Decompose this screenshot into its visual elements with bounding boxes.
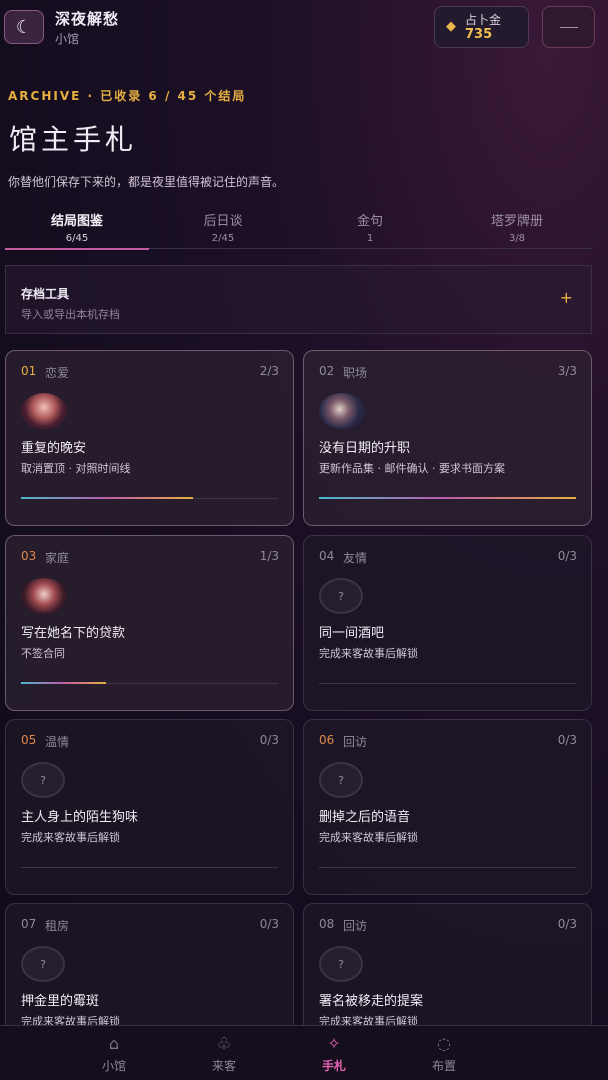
card-title: 同一间酒吧 [319,626,385,641]
tab-epilogues[interactable]: 后日谈 2/45 [151,205,295,249]
card-subtitle: 完成来客故事后解锁 [21,831,120,844]
bottom-nav: ⌂ 小馆 ♧ 来客 ✧ 手札 ◌ 布置 [0,1025,608,1080]
app-title: 深夜解愁 [55,10,120,28]
card-title: 主人身上的陌生狗味 [21,810,139,825]
locked-icon: ? [319,762,363,798]
ending-card[interactable]: 03 家庭 1/3 写在她名下的贷款 不签合同 [5,535,294,711]
archive-tabs: 结局图鉴 6/45 后日谈 2/45 金句 1 塔罗牌册 3/8 [5,205,592,250]
tab-label: 金句 [356,214,383,229]
tab-count: 6/45 [65,233,89,244]
plus-icon[interactable]: + [560,288,573,307]
tab-count: 2/45 [211,233,235,244]
card-subtitle: 取消置顶 · 对照时间线 [21,462,131,475]
app-subtitle: 小馆 [55,32,80,46]
tab-endings[interactable]: 结局图鉴 6/45 [5,205,149,250]
card-number: 03 [21,549,37,563]
tab-count: 1 [366,233,374,244]
card-subtitle: 完成来客故事后解锁 [319,647,418,660]
menu-icon [559,26,578,28]
ending-card[interactable]: 02 职场 3/3 没有日期的升职 更新作品集 · 邮件确认 · 要求书面方案 [303,350,592,526]
page-title: 馆主手札 [9,123,138,156]
card-number: 01 [21,364,37,378]
card-number: 04 [319,549,335,563]
card-count: 0/3 [557,917,577,931]
nav-label: 布置 [431,1059,456,1073]
ending-card[interactable]: 04 友情 0/3 ? 同一间酒吧 完成来客故事后解锁 [303,535,592,711]
card-subtitle: 完成来客故事后解锁 [319,831,418,844]
ending-card[interactable]: 05 温情 0/3 ? 主人身上的陌生狗味 完成来客故事后解锁 [5,719,294,895]
moon-icon: ☾ [15,16,33,38]
card-category: 恋爱 [45,366,70,380]
tab-label: 结局图鉴 [50,214,103,229]
card-number: 07 [21,917,37,931]
tab-count: 3/8 [508,233,526,244]
diamond-icon: ◆ [446,19,456,34]
card-category: 回访 [343,735,368,749]
tab-label: 塔罗牌册 [490,214,543,229]
card-subtitle: 更新作品集 · 邮件确认 · 要求书面方案 [319,462,505,475]
coin-label: 占卜金 [465,13,502,27]
card-number: 06 [319,733,335,747]
tab-tarot[interactable]: 塔罗牌册 3/8 [445,205,589,249]
progress-track [319,867,576,868]
card-count: 3/3 [557,364,577,378]
tools-title: 存档工具 [21,287,70,301]
card-count: 1/3 [259,549,279,563]
menu-button[interactable] [542,6,595,48]
tab-quotes[interactable]: 金句 1 [298,205,442,249]
progress-fill [319,497,576,499]
locked-icon: ? [21,762,65,798]
card-category: 租房 [45,919,70,933]
tab-label: 后日谈 [203,214,243,229]
archive-kicker: ARCHIVE · 已收录 6 / 45 个结局 [8,89,247,103]
progress-track [21,867,278,868]
locked-icon: ? [319,578,363,614]
card-count: 0/3 [259,733,279,747]
nav-item-settings[interactable]: ◌ 布置 [368,1026,520,1080]
card-title: 重复的晚安 [21,441,87,456]
card-category: 家庭 [45,551,70,565]
locked-icon: ? [319,946,363,982]
avatar [319,393,365,429]
card-category: 友情 [343,551,368,565]
card-title: 署名被移走的提案 [319,994,424,1009]
locked-icon: ? [21,946,65,982]
card-number: 08 [319,917,335,931]
card-title: 没有日期的升职 [319,441,411,456]
card-title: 押金里的霉斑 [21,994,100,1009]
app-header: ☾ 深夜解愁 小馆 ◆ 占卜金 735 [0,0,608,60]
card-number: 02 [319,364,335,378]
page-description: 你替他们保存下来的，都是夜里值得被记住的声音。 [8,175,285,189]
ending-card[interactable]: 01 恋爱 2/3 重复的晚安 取消置顶 · 对照时间线 [5,350,294,526]
card-count: 0/3 [259,917,279,931]
settings-icon: ◌ [437,1034,451,1053]
card-number: 05 [21,733,37,747]
tools-subtitle: 导入或导出本机存档 [21,308,120,321]
card-count: 2/3 [259,364,279,378]
ending-card[interactable]: 06 回访 0/3 ? 删掉之后的语音 完成来客故事后解锁 [303,719,592,895]
progress-fill [21,682,106,684]
card-category: 温情 [45,735,70,749]
card-title: 删掉之后的语音 [319,810,411,825]
card-category: 职场 [343,366,368,380]
card-count: 0/3 [557,733,577,747]
progress-fill [21,497,193,499]
card-count: 0/3 [557,549,577,563]
coin-value: 735 [465,27,493,42]
card-subtitle: 不签合同 [21,647,65,660]
card-category: 回访 [343,919,368,933]
avatar [21,393,67,429]
avatar [21,578,67,614]
coin-balance[interactable]: ◆ 占卜金 735 [434,6,529,48]
progress-track [319,683,576,684]
archive-tools-panel[interactable]: 存档工具 导入或导出本机存档 + [5,265,592,334]
card-title: 写在她名下的贷款 [21,626,126,641]
moon-button[interactable]: ☾ [4,10,44,44]
